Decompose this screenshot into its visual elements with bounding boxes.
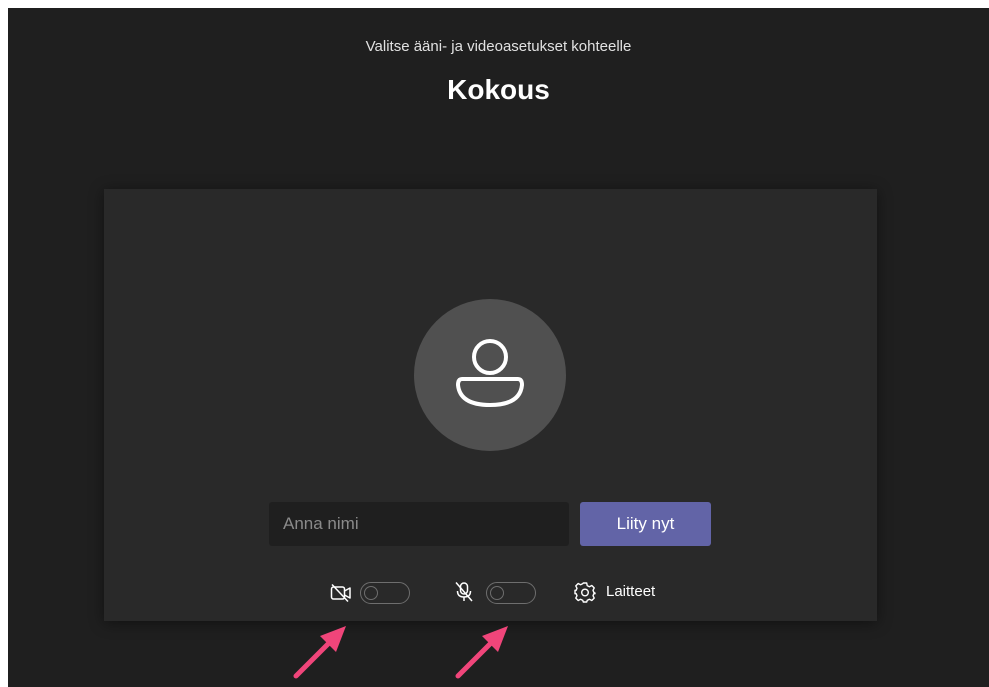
gear-icon bbox=[574, 581, 596, 608]
camera-toggle-arrow bbox=[293, 626, 346, 679]
prejoin-subtitle: Valitse ääni- ja videoasetukset kohteell… bbox=[365, 38, 632, 55]
devices-label: Laitteet bbox=[606, 583, 656, 600]
mic-toggle-arrow bbox=[455, 626, 508, 679]
meeting-title: Kokous bbox=[447, 74, 550, 105]
mic-toggle[interactable] bbox=[486, 582, 536, 604]
mic-off-icon[interactable] bbox=[454, 581, 474, 608]
prejoin-panel: Liity nyt bbox=[104, 189, 877, 621]
name-input[interactable] bbox=[269, 502, 569, 546]
devices-button[interactable]: Laitteet bbox=[572, 579, 672, 605]
person-icon bbox=[456, 339, 524, 407]
meeting-prejoin-screen: Valitse ääni- ja videoasetukset kohteell… bbox=[8, 8, 989, 687]
camera-off-icon[interactable] bbox=[330, 583, 352, 608]
mic-toggle-knob bbox=[490, 585, 504, 600]
join-now-button[interactable]: Liity nyt bbox=[580, 502, 711, 546]
camera-toggle[interactable] bbox=[360, 582, 410, 604]
avatar bbox=[414, 299, 566, 451]
camera-toggle-knob bbox=[364, 585, 378, 600]
